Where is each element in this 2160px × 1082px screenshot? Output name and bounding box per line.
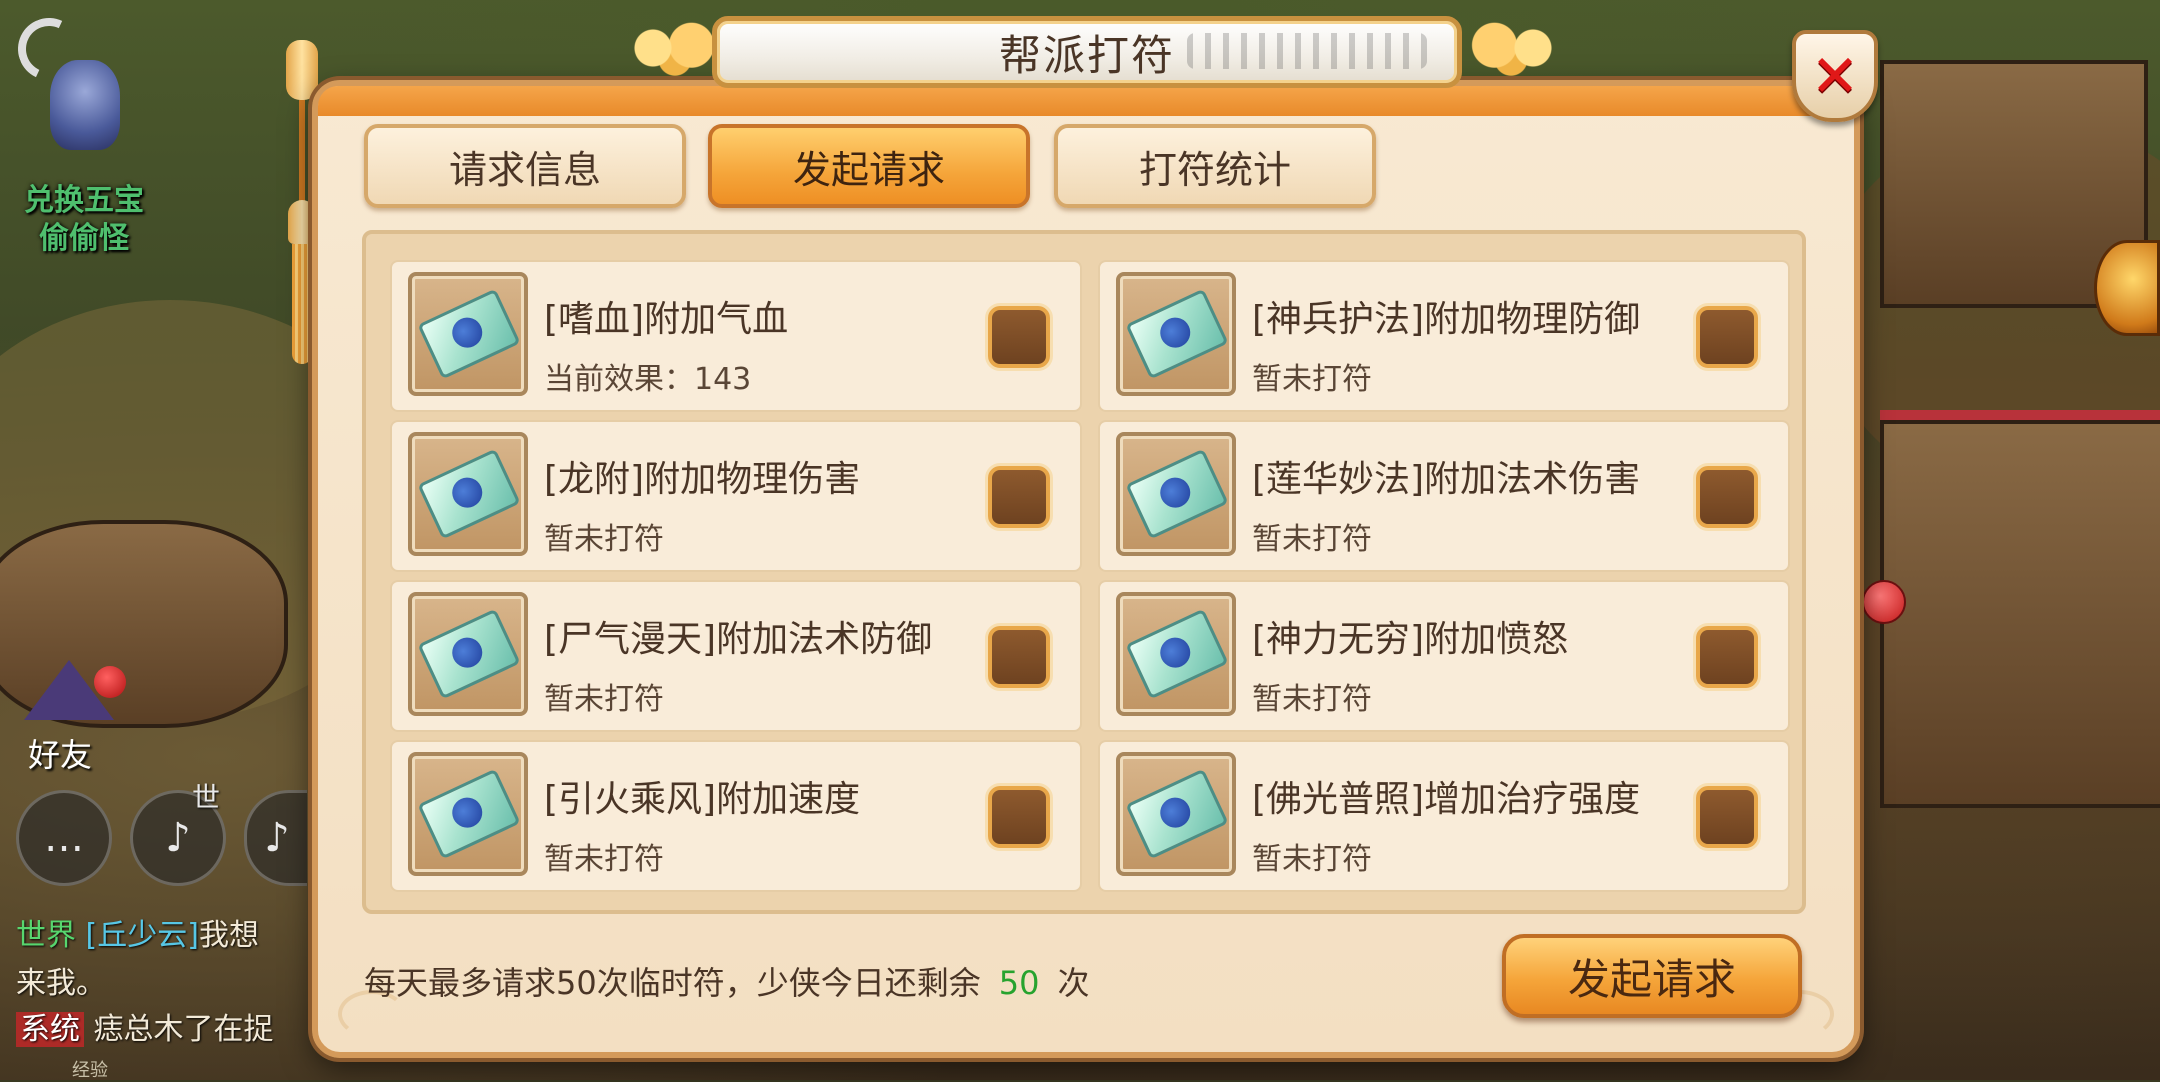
npc-label-line2: 偷偷怪: [39, 221, 129, 256]
talisman-title: [引火乘风]附加速度: [544, 779, 861, 820]
npc-label-line1: 兑换五宝: [24, 183, 144, 218]
tab-label: 打符统计: [1138, 147, 1291, 192]
talisman-title: [尸气漫天]附加法术防御: [544, 619, 933, 660]
ink-landscape-decoration: [1187, 33, 1427, 69]
talisman-scroll-icon: [1125, 768, 1229, 860]
tab-initiate-request[interactable]: 发起请求: [708, 124, 1030, 208]
talisman-list: [嗜血]附加气血 当前效果：143 [神兵护法]附加物理防御 暂未打符 [龙附]…: [362, 230, 1806, 914]
submit-request-button[interactable]: 发起请求: [1502, 934, 1802, 1018]
close-x-icon: ✕: [1810, 42, 1860, 110]
exp-label: 经验: [72, 1060, 108, 1081]
talisman-status: 当前效果：143: [544, 362, 752, 397]
daily-limit-suffix: 次: [1057, 964, 1090, 1002]
talisman-item: [神兵护法]附加物理防御 暂未打符: [1098, 260, 1790, 412]
talisman-item: [龙附]附加物理伤害 暂未打符: [390, 420, 1082, 572]
talisman-icon: [408, 432, 528, 556]
talisman-scroll-icon: [417, 448, 521, 540]
chat-bubble-icon[interactable]: …: [16, 790, 112, 886]
talisman-icon: [1116, 272, 1236, 396]
talisman-checkbox[interactable]: [1696, 626, 1758, 688]
close-button[interactable]: ✕: [1792, 30, 1878, 122]
chat-line: 系统 痣总木了在捉: [16, 1004, 274, 1048]
talisman-scroll-icon: [1125, 448, 1229, 540]
talisman-item: [尸气漫天]附加法术防御 暂未打符: [390, 580, 1082, 732]
friend-button[interactable]: 好友: [14, 660, 126, 774]
talisman-status: 暂未打符: [1252, 682, 1372, 717]
talisman-status: 暂未打符: [1252, 842, 1372, 877]
friend-label: 好友: [28, 736, 93, 774]
voice-channel-tag: 世: [192, 781, 221, 814]
roof-stripe: [1880, 410, 2160, 420]
talisman-scroll-icon: [417, 288, 521, 380]
talisman-checkbox[interactable]: [988, 786, 1050, 848]
talisman-icon: [408, 272, 528, 396]
talisman-item: [嗜血]附加气血 当前效果：143: [390, 260, 1082, 412]
talisman-title: [神兵护法]附加物理防御: [1252, 299, 1641, 340]
talisman-checkbox[interactable]: [988, 466, 1050, 528]
tab-label: 请求信息: [448, 147, 601, 192]
talisman-checkbox[interactable]: [988, 626, 1050, 688]
talisman-title: [龙附]附加物理伤害: [544, 459, 861, 500]
chat-line: 来我。: [16, 958, 106, 1002]
tab-request-info[interactable]: 请求信息: [364, 124, 686, 208]
talisman-scroll-icon: [1125, 608, 1229, 700]
tassel-fringe: [292, 244, 312, 364]
talisman-checkbox[interactable]: [1696, 466, 1758, 528]
talisman-checkbox[interactable]: [988, 306, 1050, 368]
dialog-title-plaque: 帮派打符: [712, 16, 1462, 88]
chat-text: 我想: [198, 918, 259, 953]
building: [1880, 420, 2160, 808]
talisman-title: [莲华妙法]附加法术伤害: [1252, 459, 1641, 500]
talisman-status: 暂未打符: [544, 522, 664, 557]
chat-line: 世界 [丘少云]我想: [16, 910, 259, 954]
talisman-title: [嗜血]附加气血: [544, 299, 789, 340]
remaining-count: 50: [998, 964, 1040, 1002]
talisman-icon: [408, 592, 528, 716]
submit-label: 发起请求: [1567, 954, 1736, 1004]
cloud-ornament-icon: [1456, 20, 1566, 76]
talisman-icon: [408, 752, 528, 876]
talisman-icon: [1116, 432, 1236, 556]
talisman-status: 暂未打符: [544, 682, 664, 717]
dialog-title: 帮派打符: [998, 30, 1175, 80]
talisman-title: [佛光普照]增加治疗强度: [1252, 779, 1641, 820]
talisman-item: [引火乘风]附加速度 暂未打符: [390, 740, 1082, 892]
chat-text: 来我。: [16, 966, 106, 1001]
chat-text: 痣总木了在捉: [93, 1012, 274, 1047]
tab-talisman-stats[interactable]: 打符统计: [1054, 124, 1376, 208]
talisman-item: [佛光普照]增加治疗强度 暂未打符: [1098, 740, 1790, 892]
tassel-string: [299, 100, 305, 210]
tab-label: 发起请求: [792, 147, 945, 192]
chat-channel: 世界: [16, 918, 76, 953]
talisman-status: 暂未打符: [1252, 522, 1372, 557]
panel-header-band: [318, 86, 1854, 116]
talisman-item: [神力无穷]附加愤怒 暂未打符: [1098, 580, 1790, 732]
talisman-scroll-icon: [417, 768, 521, 860]
chat-player-name[interactable]: [丘少云]: [86, 918, 199, 953]
notification-dot: [94, 666, 126, 698]
treasure-icon[interactable]: [2094, 240, 2160, 336]
npc-label[interactable]: 兑换五宝 偷偷怪: [4, 182, 164, 258]
talisman-scroll-icon: [1125, 288, 1229, 380]
npc-character[interactable]: [30, 40, 140, 180]
daily-limit-text: 每天最多请求50次临时符，少侠今日还剩余: [364, 964, 981, 1002]
tassel-cap: [286, 40, 318, 100]
talisman-title: [神力无穷]附加愤怒: [1252, 619, 1569, 660]
talisman-icon: [1116, 592, 1236, 716]
talisman-checkbox[interactable]: [1696, 306, 1758, 368]
talisman-scroll-icon: [417, 608, 521, 700]
talisman-item: [莲华妙法]附加法术伤害 暂未打符: [1098, 420, 1790, 572]
chat-channel: 系统: [16, 1012, 84, 1047]
talisman-status: 暂未打符: [544, 842, 664, 877]
lantern-orb: [1862, 580, 1906, 624]
daily-limit-note: 每天最多请求50次临时符，少侠今日还剩余 50 次: [364, 958, 1089, 1004]
talisman-icon: [1116, 752, 1236, 876]
npc-sprite: [50, 60, 120, 150]
talisman-status: 暂未打符: [1252, 362, 1372, 397]
talisman-checkbox[interactable]: [1696, 786, 1758, 848]
